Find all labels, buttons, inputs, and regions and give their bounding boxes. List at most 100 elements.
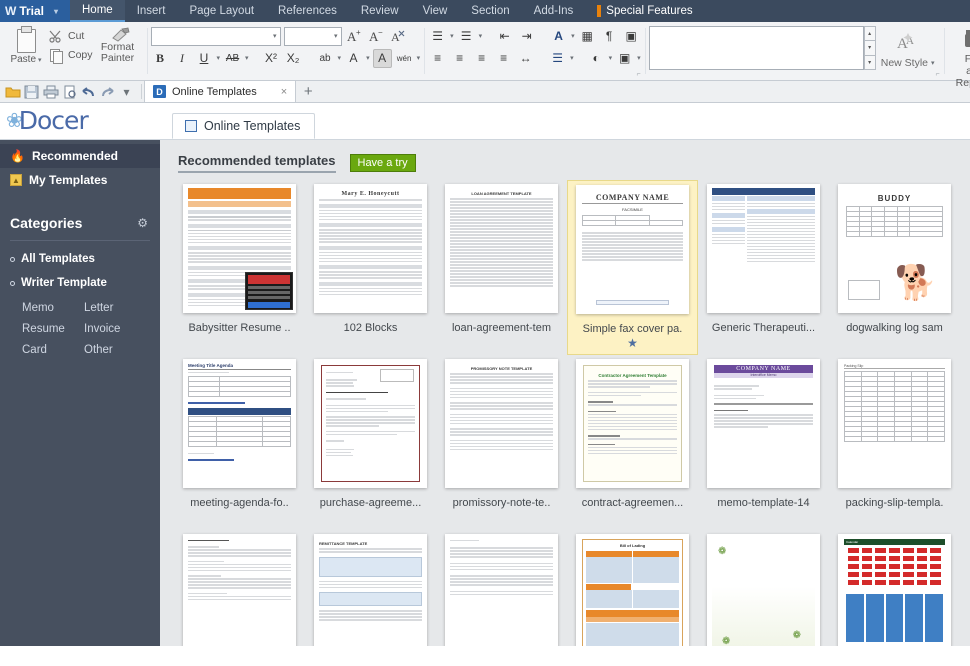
align-right-button[interactable]: ≡ <box>472 49 491 68</box>
underline-button[interactable]: U <box>195 49 214 68</box>
trial-button[interactable]: W Trial ▾ <box>0 0 70 22</box>
tab-page-layout[interactable]: Page Layout <box>177 0 266 22</box>
favorite-star-icon[interactable]: ★ <box>627 336 638 350</box>
paragraph-box-button[interactable]: ▣ <box>622 27 641 46</box>
bullets-button[interactable]: ☰ <box>428 27 447 46</box>
tab-review[interactable]: Review <box>349 0 411 22</box>
chevron-down-icon[interactable]: ▾ <box>245 54 249 62</box>
clear-formatting-button[interactable]: A <box>389 27 408 46</box>
tab-add-ins[interactable]: Add-Ins <box>522 0 586 22</box>
format-painter-button[interactable]: Format Painter <box>93 24 143 64</box>
template-card[interactable]: LOAN AGREEMENT TEMPLATE loan-agreement-t… <box>436 180 567 355</box>
chevron-down-icon[interactable]: ▾ <box>417 54 421 62</box>
font-size-select[interactable]: ▾ <box>283 26 342 46</box>
bold-button[interactable]: B <box>151 49 170 68</box>
template-card[interactable]: PROMISSORY NOTE TEMPLATE promissory-note… <box>436 355 567 530</box>
template-card[interactable] <box>174 530 305 646</box>
template-card[interactable]: Calendar <box>829 530 960 646</box>
paste-button[interactable]: Paste ▾ <box>4 24 48 65</box>
sidebar-subitem-letter[interactable]: Letter <box>84 297 146 318</box>
tab-references[interactable]: References <box>266 0 349 22</box>
have-a-try-badge[interactable]: Have a try <box>349 154 416 172</box>
template-card[interactable]: Contractor Agreement Template contract-a… <box>567 355 698 530</box>
font-color-button[interactable]: A <box>344 49 363 68</box>
sort-button[interactable]: A <box>549 27 568 46</box>
new-style-button[interactable]: AA New Style ▾ <box>876 26 940 69</box>
sidebar-subitem-invoice[interactable]: Invoice <box>84 318 146 339</box>
chevron-down-icon[interactable]: ▾ <box>366 54 370 62</box>
styles-dialog-launcher[interactable]: ⌐ <box>936 71 940 78</box>
customize-toolbar-icon[interactable]: ▾ <box>118 83 135 100</box>
cut-button[interactable]: Cut <box>48 26 93 45</box>
align-left-button[interactable]: ≡ <box>428 49 447 68</box>
sidebar-subitem-card[interactable]: Card <box>22 339 84 360</box>
borders-button[interactable]: ▣ <box>615 49 634 68</box>
sidebar-subitem-memo[interactable]: Memo <box>22 297 84 318</box>
text-highlight-button[interactable]: ab <box>316 49 335 68</box>
character-shading-button[interactable]: A <box>372 48 392 68</box>
tab-section[interactable]: Section <box>459 0 521 22</box>
style-gallery[interactable] <box>648 26 864 70</box>
increase-indent-button[interactable]: ⇥ <box>517 27 536 46</box>
tab-home[interactable]: Home <box>70 0 125 22</box>
gear-icon[interactable]: ⚙ <box>137 216 148 230</box>
font-name-select[interactable]: ▾ <box>150 26 281 46</box>
sidebar-item-recommended[interactable]: 🔥 Recommended <box>0 144 160 168</box>
print-icon[interactable] <box>42 83 59 100</box>
template-card[interactable]: Generic Therapeuti... <box>698 180 829 355</box>
superscript-button[interactable]: X² <box>262 49 281 68</box>
subscript-button[interactable]: X₂ <box>284 49 303 68</box>
redo-icon[interactable] <box>99 83 116 100</box>
phonetic-guide-button[interactable]: wén <box>395 49 414 68</box>
chevron-down-icon[interactable]: ▾ <box>479 32 483 40</box>
shrink-font-button[interactable]: A − <box>367 27 386 46</box>
new-tab-button[interactable]: + <box>296 81 320 102</box>
template-card[interactable]: COMPANY NAME Interoffice Memo memo-templ… <box>698 355 829 530</box>
chevron-down-icon[interactable]: ▾ <box>338 54 342 62</box>
sidebar-node-writer-template[interactable]: Writer Template <box>0 271 160 295</box>
template-card-selected[interactable]: COMPANY NAME FACSIMILE Simple fax cover … <box>567 180 698 355</box>
print-preview-icon[interactable] <box>61 83 78 100</box>
sidebar-node-all-templates[interactable]: All Templates <box>0 247 160 271</box>
italic-button[interactable]: I <box>173 49 192 68</box>
show-formatting-marks-button[interactable]: ¶ <box>600 27 619 46</box>
find-and-replace-button[interactable]: Find and Replace <box>950 26 970 91</box>
grow-font-button[interactable]: A + <box>345 27 364 46</box>
tab-insert[interactable]: Insert <box>125 0 178 22</box>
numbering-button[interactable]: ☰ <box>457 27 476 46</box>
undo-icon[interactable] <box>80 83 97 100</box>
close-icon[interactable]: × <box>281 86 287 98</box>
style-gallery-scroll[interactable]: ▴ ▾ ▾ <box>863 26 876 70</box>
paragraph-dialog-launcher[interactable]: ⌐ <box>637 71 641 78</box>
tab-special-features[interactable]: Special Features <box>585 0 704 22</box>
chevron-down-icon[interactable]: ▾ <box>570 54 574 62</box>
template-card[interactable] <box>436 530 567 646</box>
template-card[interactable]: BUDDY 🐕 dogwalking log sam <box>829 180 960 355</box>
template-card[interactable]: REMITTANCE TEMPLATE <box>305 530 436 646</box>
sidebar-subitem-other[interactable]: Other <box>84 339 146 360</box>
template-card[interactable]: Babysitter Resume .. <box>174 180 305 355</box>
table-grid-button[interactable]: ▦ <box>578 27 597 46</box>
shading-button[interactable]: ◐ <box>587 49 606 68</box>
template-card[interactable]: Mary E. Honeycutt 102 Blocks <box>305 180 436 355</box>
online-templates-tab[interactable]: Online Templates <box>172 113 316 139</box>
template-card[interactable]: Bill of Lading <box>567 530 698 646</box>
strikethrough-button[interactable]: AB <box>223 49 242 68</box>
sidebar-item-my-templates[interactable]: ▲ My Templates <box>0 168 160 192</box>
multilevel-list-button[interactable]: ☰ <box>548 49 567 68</box>
copy-button[interactable]: Copy <box>48 45 93 64</box>
template-card[interactable]: Meeting Title Agenda meeting-agenda-fo.. <box>174 355 305 530</box>
tab-view[interactable]: View <box>411 0 460 22</box>
sidebar-subitem-resume[interactable]: Resume <box>22 318 84 339</box>
align-center-button[interactable]: ≡ <box>450 49 469 68</box>
justify-button[interactable]: ≡ <box>494 49 513 68</box>
chevron-down-icon[interactable]: ▾ <box>609 54 613 62</box>
chevron-down-icon[interactable]: ▾ <box>571 32 575 40</box>
template-card[interactable]: ❁ ❁ ❁ 🌾 <box>698 530 829 646</box>
decrease-indent-button[interactable]: ⇤ <box>495 27 514 46</box>
document-tab-online-templates[interactable]: D Online Templates × <box>144 81 297 102</box>
save-icon[interactable] <box>23 83 40 100</box>
open-folder-icon[interactable] <box>4 83 21 100</box>
template-card[interactable]: Packing Slip packing-slip-templa. <box>829 355 960 530</box>
chevron-down-icon[interactable]: ▾ <box>217 54 221 62</box>
